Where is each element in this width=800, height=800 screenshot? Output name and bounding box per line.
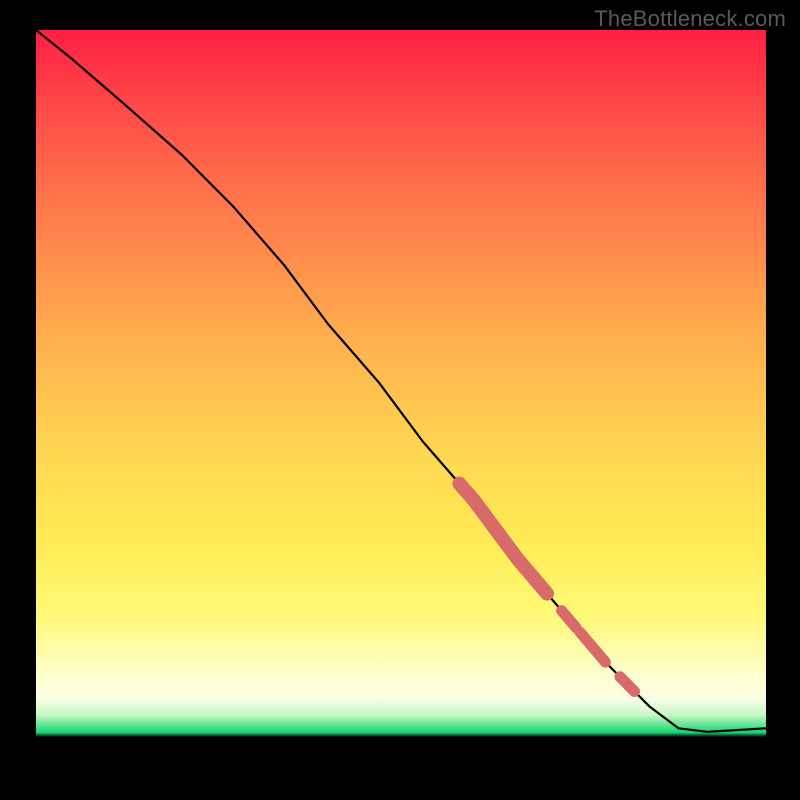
highlight-segment — [580, 632, 606, 662]
chart-frame: TheBottleneck.com — [0, 0, 800, 800]
plot-area — [36, 30, 766, 765]
bottleneck-curve — [36, 30, 766, 732]
highlight-segment — [562, 611, 577, 628]
curve-overlay — [36, 30, 766, 765]
watermark-text: TheBottleneck.com — [594, 6, 786, 32]
curve-layer — [36, 30, 766, 732]
highlight-segment — [459, 484, 547, 594]
highlight-segment — [620, 677, 635, 692]
